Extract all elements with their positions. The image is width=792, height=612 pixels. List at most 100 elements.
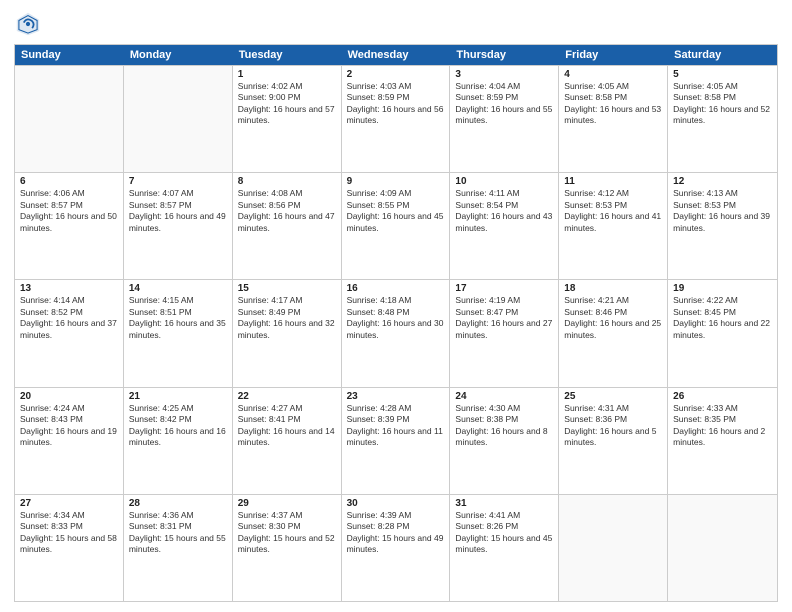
cell-detail: Sunrise: 4:31 AMSunset: 8:36 PMDaylight:… [564,403,662,449]
day-number: 3 [455,69,553,80]
cell-detail: Sunrise: 4:22 AMSunset: 8:45 PMDaylight:… [673,295,772,341]
calendar-cell: 27Sunrise: 4:34 AMSunset: 8:33 PMDayligh… [15,495,124,601]
day-header: Thursday [450,45,559,65]
cell-detail: Sunrise: 4:12 AMSunset: 8:53 PMDaylight:… [564,188,662,234]
day-number: 23 [347,391,445,402]
calendar-cell: 17Sunrise: 4:19 AMSunset: 8:47 PMDayligh… [450,280,559,386]
calendar-cell: 5Sunrise: 4:05 AMSunset: 8:58 PMDaylight… [668,66,777,172]
day-header: Wednesday [342,45,451,65]
calendar-cell [668,495,777,601]
cell-detail: Sunrise: 4:09 AMSunset: 8:55 PMDaylight:… [347,188,445,234]
day-number: 17 [455,283,553,294]
calendar-cell: 29Sunrise: 4:37 AMSunset: 8:30 PMDayligh… [233,495,342,601]
calendar-week-row: 13Sunrise: 4:14 AMSunset: 8:52 PMDayligh… [15,279,777,386]
cell-detail: Sunrise: 4:03 AMSunset: 8:59 PMDaylight:… [347,81,445,127]
day-number: 19 [673,283,772,294]
day-number: 2 [347,69,445,80]
cell-detail: Sunrise: 4:19 AMSunset: 8:47 PMDaylight:… [455,295,553,341]
calendar-week-row: 27Sunrise: 4:34 AMSunset: 8:33 PMDayligh… [15,494,777,601]
cell-detail: Sunrise: 4:33 AMSunset: 8:35 PMDaylight:… [673,403,772,449]
cell-detail: Sunrise: 4:06 AMSunset: 8:57 PMDaylight:… [20,188,118,234]
cell-detail: Sunrise: 4:18 AMSunset: 8:48 PMDaylight:… [347,295,445,341]
calendar-cell: 21Sunrise: 4:25 AMSunset: 8:42 PMDayligh… [124,388,233,494]
calendar-cell: 18Sunrise: 4:21 AMSunset: 8:46 PMDayligh… [559,280,668,386]
calendar: SundayMondayTuesdayWednesdayThursdayFrid… [14,44,778,602]
calendar-header: SundayMondayTuesdayWednesdayThursdayFrid… [15,45,777,65]
day-number: 9 [347,176,445,187]
day-number: 22 [238,391,336,402]
calendar-week-row: 20Sunrise: 4:24 AMSunset: 8:43 PMDayligh… [15,387,777,494]
cell-detail: Sunrise: 4:34 AMSunset: 8:33 PMDaylight:… [20,510,118,556]
day-number: 20 [20,391,118,402]
cell-detail: Sunrise: 4:14 AMSunset: 8:52 PMDaylight:… [20,295,118,341]
calendar-cell: 8Sunrise: 4:08 AMSunset: 8:56 PMDaylight… [233,173,342,279]
calendar-cell: 2Sunrise: 4:03 AMSunset: 8:59 PMDaylight… [342,66,451,172]
day-header: Tuesday [233,45,342,65]
day-number: 25 [564,391,662,402]
cell-detail: Sunrise: 4:15 AMSunset: 8:51 PMDaylight:… [129,295,227,341]
cell-detail: Sunrise: 4:25 AMSunset: 8:42 PMDaylight:… [129,403,227,449]
day-number: 13 [20,283,118,294]
cell-detail: Sunrise: 4:13 AMSunset: 8:53 PMDaylight:… [673,188,772,234]
calendar-cell: 22Sunrise: 4:27 AMSunset: 8:41 PMDayligh… [233,388,342,494]
cell-detail: Sunrise: 4:37 AMSunset: 8:30 PMDaylight:… [238,510,336,556]
cell-detail: Sunrise: 4:08 AMSunset: 8:56 PMDaylight:… [238,188,336,234]
day-number: 26 [673,391,772,402]
day-number: 31 [455,498,553,509]
cell-detail: Sunrise: 4:02 AMSunset: 9:00 PMDaylight:… [238,81,336,127]
cell-detail: Sunrise: 4:07 AMSunset: 8:57 PMDaylight:… [129,188,227,234]
cell-detail: Sunrise: 4:04 AMSunset: 8:59 PMDaylight:… [455,81,553,127]
calendar-cell: 24Sunrise: 4:30 AMSunset: 8:38 PMDayligh… [450,388,559,494]
cell-detail: Sunrise: 4:24 AMSunset: 8:43 PMDaylight:… [20,403,118,449]
day-number: 4 [564,69,662,80]
cell-detail: Sunrise: 4:39 AMSunset: 8:28 PMDaylight:… [347,510,445,556]
cell-detail: Sunrise: 4:11 AMSunset: 8:54 PMDaylight:… [455,188,553,234]
cell-detail: Sunrise: 4:05 AMSunset: 8:58 PMDaylight:… [564,81,662,127]
day-header: Friday [559,45,668,65]
day-header: Monday [124,45,233,65]
calendar-cell: 23Sunrise: 4:28 AMSunset: 8:39 PMDayligh… [342,388,451,494]
cell-detail: Sunrise: 4:28 AMSunset: 8:39 PMDaylight:… [347,403,445,449]
calendar-cell: 7Sunrise: 4:07 AMSunset: 8:57 PMDaylight… [124,173,233,279]
calendar-cell: 9Sunrise: 4:09 AMSunset: 8:55 PMDaylight… [342,173,451,279]
day-number: 12 [673,176,772,187]
cell-detail: Sunrise: 4:41 AMSunset: 8:26 PMDaylight:… [455,510,553,556]
calendar-cell [559,495,668,601]
cell-detail: Sunrise: 4:05 AMSunset: 8:58 PMDaylight:… [673,81,772,127]
calendar-body: 1Sunrise: 4:02 AMSunset: 9:00 PMDaylight… [15,65,777,601]
cell-detail: Sunrise: 4:30 AMSunset: 8:38 PMDaylight:… [455,403,553,449]
cell-detail: Sunrise: 4:27 AMSunset: 8:41 PMDaylight:… [238,403,336,449]
calendar-cell: 14Sunrise: 4:15 AMSunset: 8:51 PMDayligh… [124,280,233,386]
cell-detail: Sunrise: 4:17 AMSunset: 8:49 PMDaylight:… [238,295,336,341]
calendar-cell [15,66,124,172]
day-number: 30 [347,498,445,509]
day-number: 16 [347,283,445,294]
day-number: 6 [20,176,118,187]
calendar-cell: 30Sunrise: 4:39 AMSunset: 8:28 PMDayligh… [342,495,451,601]
calendar-cell: 11Sunrise: 4:12 AMSunset: 8:53 PMDayligh… [559,173,668,279]
logo [14,10,46,38]
day-number: 5 [673,69,772,80]
calendar-cell: 16Sunrise: 4:18 AMSunset: 8:48 PMDayligh… [342,280,451,386]
calendar-cell: 19Sunrise: 4:22 AMSunset: 8:45 PMDayligh… [668,280,777,386]
calendar-cell: 6Sunrise: 4:06 AMSunset: 8:57 PMDaylight… [15,173,124,279]
day-number: 7 [129,176,227,187]
day-number: 1 [238,69,336,80]
calendar-week-row: 1Sunrise: 4:02 AMSunset: 9:00 PMDaylight… [15,65,777,172]
day-header: Saturday [668,45,777,65]
calendar-cell: 12Sunrise: 4:13 AMSunset: 8:53 PMDayligh… [668,173,777,279]
day-number: 15 [238,283,336,294]
day-number: 10 [455,176,553,187]
calendar-cell: 3Sunrise: 4:04 AMSunset: 8:59 PMDaylight… [450,66,559,172]
logo-icon [14,10,42,38]
day-number: 18 [564,283,662,294]
cell-detail: Sunrise: 4:36 AMSunset: 8:31 PMDaylight:… [129,510,227,556]
day-header: Sunday [15,45,124,65]
day-number: 29 [238,498,336,509]
calendar-cell: 10Sunrise: 4:11 AMSunset: 8:54 PMDayligh… [450,173,559,279]
day-number: 8 [238,176,336,187]
calendar-cell: 20Sunrise: 4:24 AMSunset: 8:43 PMDayligh… [15,388,124,494]
calendar-cell: 31Sunrise: 4:41 AMSunset: 8:26 PMDayligh… [450,495,559,601]
calendar-cell: 28Sunrise: 4:36 AMSunset: 8:31 PMDayligh… [124,495,233,601]
day-number: 24 [455,391,553,402]
